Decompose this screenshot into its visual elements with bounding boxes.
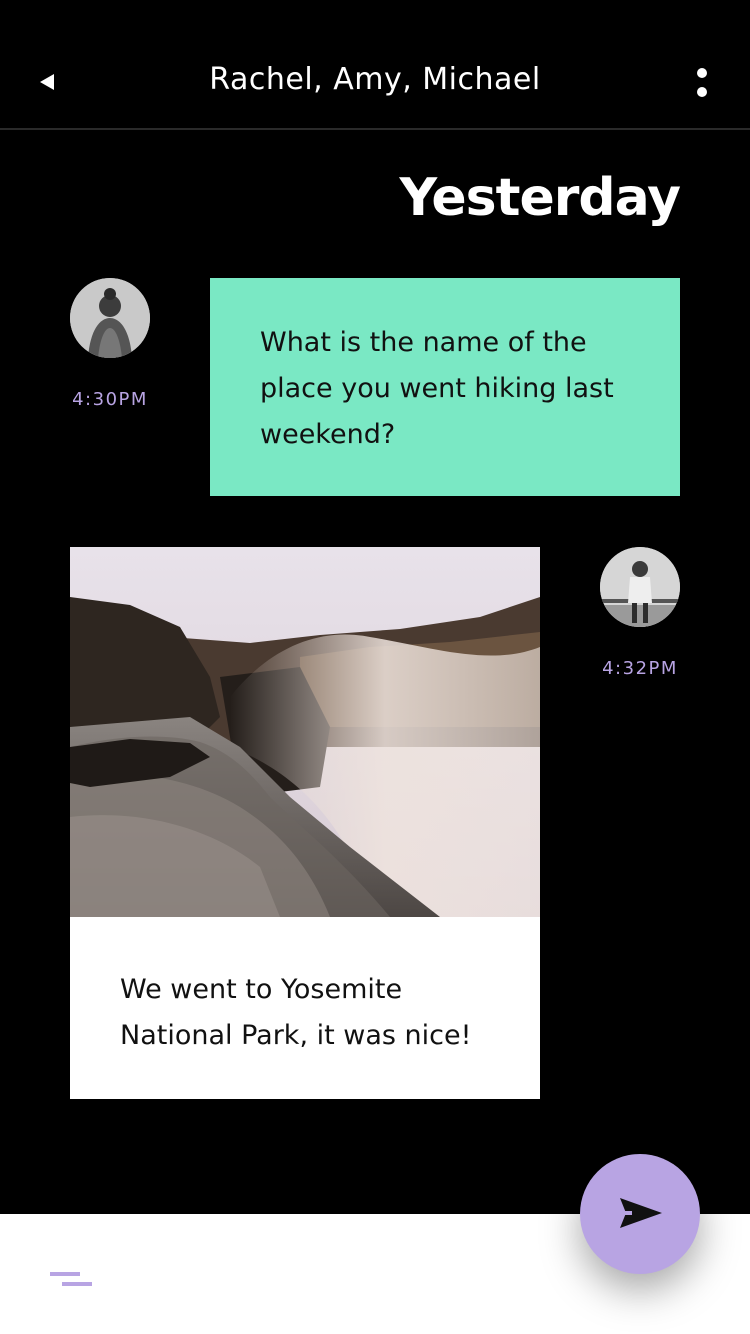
avatar-icon [70, 278, 150, 358]
avatar-icon [600, 547, 680, 627]
send-button[interactable] [580, 1154, 700, 1274]
menu-button[interactable] [48, 1270, 94, 1290]
conversation-title: Rachel, Amy, Michael [209, 62, 541, 97]
avatar-amy[interactable] [600, 547, 680, 627]
more-options-button[interactable] [690, 64, 714, 104]
avatar-rachel[interactable] [70, 278, 150, 358]
message-text: What is the name of the place you went h… [260, 327, 614, 450]
send-icon [620, 1198, 662, 1228]
message-time: 4:32PM [602, 658, 678, 679]
menu-icon [50, 1272, 92, 1286]
header: Rachel, Amy, Michael [0, 0, 750, 130]
message-time: 4:30PM [72, 389, 148, 410]
day-separator: Yesterday [399, 168, 681, 228]
message-bubble-photo[interactable]: We went to Yosemite National Park, it wa… [70, 547, 540, 1099]
waterfall-photo[interactable] [70, 547, 540, 917]
more-vertical-icon [697, 68, 707, 97]
message-text: We went to Yosemite National Park, it wa… [120, 974, 472, 1051]
message-bubble-incoming[interactable]: What is the name of the place you went h… [210, 278, 680, 496]
